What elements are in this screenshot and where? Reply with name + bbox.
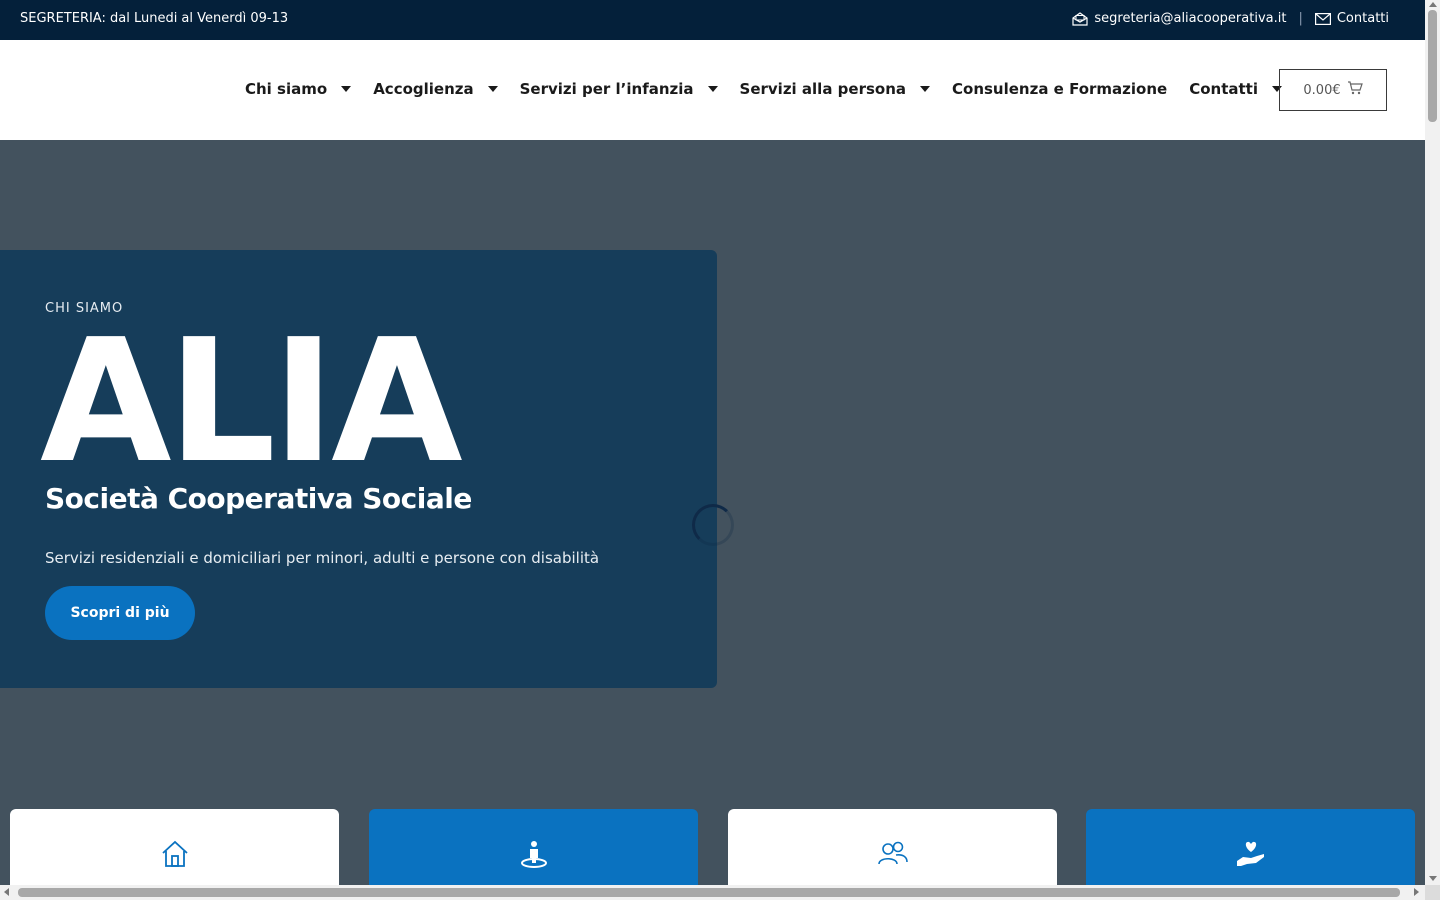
caret-down-icon	[707, 86, 718, 92]
top-info-bar: SEGRETERIA: dal Lunedi al Venerdì 09-13 …	[0, 0, 1425, 40]
nav-label: Consulenza e Formazione	[952, 80, 1168, 98]
contacts-link[interactable]: Contatti	[1337, 11, 1389, 26]
scroll-right-arrow-icon[interactable]	[1414, 888, 1419, 896]
scrollbar-corner	[1425, 885, 1440, 900]
envelope-open-icon	[1072, 11, 1088, 26]
link-separator: |	[1298, 11, 1303, 26]
hero-section: CHI SIAMO ALIA Società Cooperativa Socia…	[0, 140, 1425, 900]
hero-description: Servizi residenziali e domiciliari per m…	[45, 549, 600, 567]
hero-panel: CHI SIAMO ALIA Società Cooperativa Socia…	[0, 250, 717, 688]
scroll-up-arrow-icon[interactable]	[1429, 2, 1437, 7]
cart-icon	[1347, 81, 1363, 99]
horizontal-scroll-thumb[interactable]	[18, 888, 1400, 897]
nav-label: Chi siamo	[245, 80, 328, 98]
scroll-down-arrow-icon[interactable]	[1429, 876, 1437, 881]
horizontal-scrollbar[interactable]	[0, 885, 1425, 900]
discover-more-button[interactable]: Scopri di più	[45, 586, 195, 640]
nav-label: Servizi alla persona	[739, 80, 907, 98]
caret-down-icon	[487, 86, 498, 92]
scroll-left-arrow-icon[interactable]	[4, 888, 9, 896]
site-header: Chi siamo Accoglienza Servizi per l’infa…	[0, 40, 1425, 140]
nav-item-chi-siamo[interactable]: Chi siamo	[245, 80, 373, 98]
nav-item-servizi-infanzia[interactable]: Servizi per l’infanzia	[520, 80, 740, 98]
top-contact-links: segreteria@aliacooperativa.it | Contatti	[1072, 11, 1389, 26]
nav-label: Contatti	[1189, 80, 1258, 98]
envelope-icon	[1314, 12, 1331, 25]
main-navigation: Chi siamo Accoglienza Servizi per l’infa…	[245, 80, 1304, 98]
email-link[interactable]: segreteria@aliacooperativa.it	[1094, 11, 1286, 26]
vertical-scrollbar[interactable]	[1425, 0, 1440, 885]
nav-label: Accoglienza	[373, 80, 474, 98]
caret-down-icon	[341, 86, 352, 92]
nav-item-consulenza-formazione[interactable]: Consulenza e Formazione	[952, 80, 1167, 98]
nav-item-servizi-persona[interactable]: Servizi alla persona	[740, 80, 952, 98]
nav-label: Servizi per l’infanzia	[519, 80, 694, 98]
cart-amount: 0.00€	[1303, 82, 1341, 98]
hero-subtitle: Società Cooperativa Sociale	[45, 482, 472, 515]
cart-button[interactable]: 0.00€	[1279, 69, 1387, 111]
caret-down-icon	[920, 86, 931, 92]
hero-title: ALIA	[40, 303, 463, 501]
vertical-scroll-thumb[interactable]	[1428, 10, 1437, 122]
loading-spinner-icon	[692, 504, 734, 546]
office-hours-text: SEGRETERIA: dal Lunedi al Venerdì 09-13	[20, 11, 289, 26]
nav-item-accoglienza[interactable]: Accoglienza	[373, 80, 519, 98]
